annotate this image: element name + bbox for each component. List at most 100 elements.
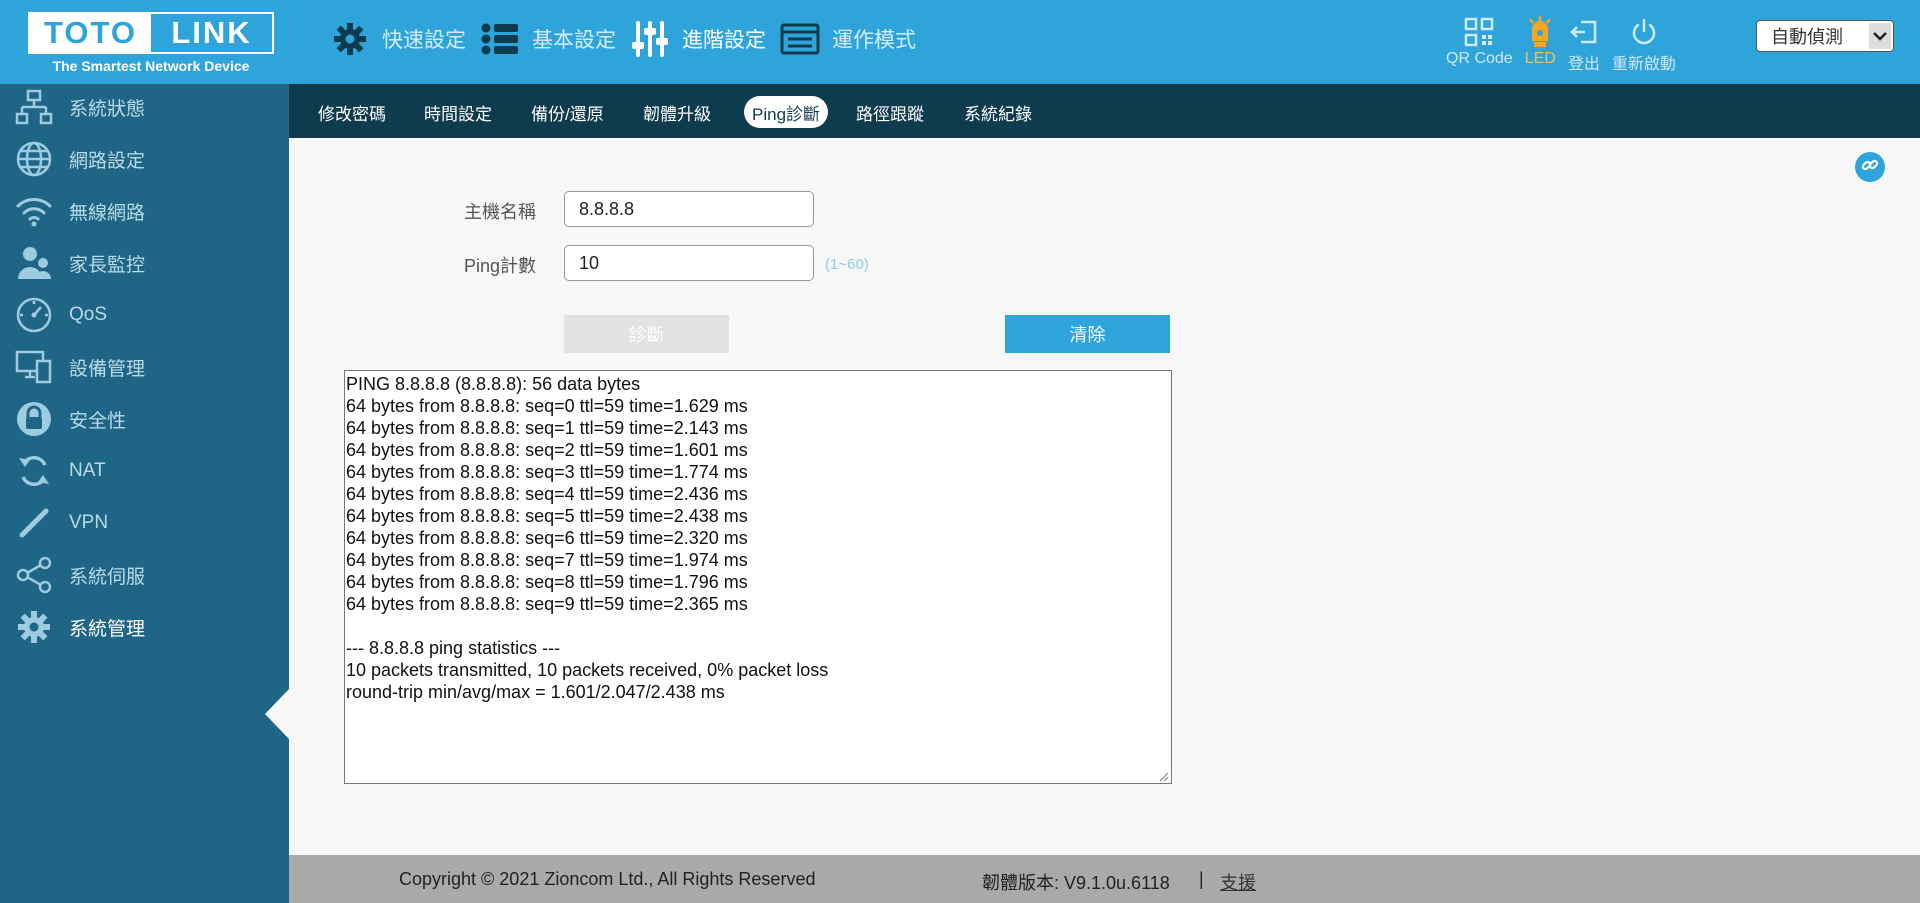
help-link-button[interactable] <box>1855 152 1885 182</box>
tab-change-password[interactable]: 修改密碼 <box>310 98 394 126</box>
gear-icon <box>330 19 370 59</box>
output-line: 64 bytes from 8.8.8.8: seq=8 ttl=59 time… <box>346 572 748 592</box>
wifi-icon <box>14 191 54 231</box>
diagnose-button[interactable]: 診斷 <box>564 315 729 353</box>
cog-icon <box>14 607 54 647</box>
sidebar-item-system-management[interactable]: 系統管理 <box>0 601 289 653</box>
tab-system-log[interactable]: 系統紀錄 <box>956 98 1040 126</box>
sidebar-item-nat[interactable]: NAT <box>0 445 289 497</box>
reboot-button[interactable]: 重新啟動 <box>1612 14 1676 74</box>
sidebar-item-parental-control[interactable]: 家長監控 <box>0 237 289 289</box>
output-line: round-trip min/avg/max = 1.601/2.047/2.4… <box>346 682 725 702</box>
output-line: 64 bytes from 8.8.8.8: seq=4 ttl=59 time… <box>346 484 748 504</box>
sidebar-item-label: 系統管理 <box>69 618 146 640</box>
sidebar-item-label: 安全性 <box>69 410 127 432</box>
clear-button[interactable]: 清除 <box>1005 315 1170 353</box>
output-line: 10 packets transmitted, 10 packets recei… <box>346 660 829 680</box>
link-icon <box>1861 156 1879 179</box>
nav-label: 運作模式 <box>832 29 916 52</box>
logo-text-right: LINK <box>171 15 252 50</box>
output-line: 64 bytes from 8.8.8.8: seq=5 ttl=59 time… <box>346 506 748 526</box>
tab-ping-diagnosis[interactable]: Ping診斷 <box>744 96 829 128</box>
led-icon <box>1527 14 1553 50</box>
active-indicator <box>265 689 289 739</box>
sidebar-item-label: NAT <box>69 460 106 481</box>
logo-mark: TOTO LINK <box>28 12 274 54</box>
nav-quick-setup[interactable]: 快速設定 <box>330 19 466 59</box>
count-label: Ping計數 <box>463 256 536 276</box>
host-input[interactable] <box>564 191 814 227</box>
sidebar-item-wireless[interactable]: 無線網路 <box>0 185 289 237</box>
share-icon <box>14 555 54 595</box>
sidebar-item-network[interactable]: 網路設定 <box>0 133 289 185</box>
nav-basic-setup[interactable]: 基本設定 <box>480 19 616 59</box>
output-line: 64 bytes from 8.8.8.8: seq=6 ttl=59 time… <box>346 528 748 548</box>
led-button[interactable]: LED <box>1525 14 1556 74</box>
nav-label: 快速設定 <box>382 29 466 52</box>
link-chain-icon <box>14 503 54 543</box>
chevron-down-icon <box>1869 23 1891 49</box>
firmware-version: 韌體版本: V9.1.0u.6118 <box>982 873 1170 893</box>
output-line: 64 bytes from 8.8.8.8: seq=9 ttl=59 time… <box>346 594 748 614</box>
copyright-text: Copyright © 2021 Zioncom Ltd., All Right… <box>399 869 816 889</box>
output-line: 64 bytes from 8.8.8.8: seq=1 ttl=59 time… <box>346 418 748 438</box>
resize-grip-icon[interactable] <box>1157 769 1169 782</box>
tab-traceroute[interactable]: 路徑跟蹤 <box>848 98 932 126</box>
top-navigation: 快速設定 基本設定 進階設定 運作模式 <box>330 16 930 62</box>
tab-firmware-upgrade[interactable]: 韌體升級 <box>635 98 719 126</box>
tab-time-settings[interactable]: 時間設定 <box>416 98 500 126</box>
sidebar-item-label: QoS <box>69 304 108 325</box>
logo-tagline: The Smartest Network Device <box>52 58 250 74</box>
parental-control-icon <box>14 243 54 283</box>
qr-code-button[interactable]: QR Code <box>1446 14 1513 74</box>
output-line: 64 bytes from 8.8.8.8: seq=2 ttl=59 time… <box>346 440 748 460</box>
sidebar-item-label: 設備管理 <box>69 358 146 380</box>
refresh-icon <box>14 451 54 491</box>
count-range-hint: (1~60) <box>825 256 869 273</box>
sliders-icon <box>630 19 670 59</box>
output-line: --- 8.8.8.8 ping statistics --- <box>346 638 561 658</box>
host-label: 主機名稱 <box>464 202 536 222</box>
sidebar-item-security[interactable]: 安全性 <box>0 393 289 445</box>
header-bar: TOTO LINK The Smartest Network Device 快速… <box>0 0 1920 84</box>
sidebar-item-vpn[interactable]: VPN <box>0 497 289 549</box>
output-line: PING 8.8.8.8 (8.8.8.8): 56 data bytes <box>346 374 641 394</box>
sidebar-item-label: 系統狀態 <box>69 98 146 120</box>
lock-icon <box>14 399 54 439</box>
sidebar-item-system-status[interactable]: 系統狀態 <box>0 81 289 133</box>
footer-separator: | <box>1199 869 1204 889</box>
sidebar-item-label: 網路設定 <box>69 150 146 172</box>
sidebar-item-label: VPN <box>69 512 109 533</box>
sidebar-item-qos[interactable]: QoS <box>0 289 289 341</box>
output-line: 64 bytes from 8.8.8.8: seq=3 ttl=59 time… <box>346 462 748 482</box>
support-link[interactable]: 支援 <box>1220 869 1256 895</box>
tab-backup-restore[interactable]: 備份/還原 <box>523 98 612 126</box>
ping-output-textarea[interactable]: PING 8.8.8.8 (8.8.8.8): 56 data bytes 64… <box>344 370 1172 784</box>
mode-icon <box>780 19 820 59</box>
nav-advanced-setup[interactable]: 進階設定 <box>630 19 766 59</box>
qr-code-label: QR Code <box>1446 50 1513 67</box>
count-input[interactable] <box>564 245 814 281</box>
logout-button[interactable]: 登出 <box>1568 14 1600 74</box>
nav-label: 基本設定 <box>532 29 616 52</box>
header-tools: QR Code LED 登出 重新啟動 <box>1446 14 1688 74</box>
output-line: 64 bytes from 8.8.8.8: seq=7 ttl=59 time… <box>346 550 748 570</box>
sidebar-item-system-service[interactable]: 系統伺服 <box>0 549 289 601</box>
speedometer-icon <box>14 295 54 335</box>
nav-label: 進階設定 <box>682 29 766 52</box>
devices-icon <box>14 347 54 387</box>
language-selected: 自動偵測 <box>1771 27 1843 47</box>
language-select[interactable]: 自動偵測 <box>1756 20 1894 52</box>
totolink-logo[interactable]: TOTO LINK The Smartest Network Device <box>28 12 276 76</box>
sidebar: 系統狀態 網路設定 無線網路 家長監控 QoS 設備管理 安全性 NAT VPN… <box>0 84 289 903</box>
network-status-icon <box>14 87 54 127</box>
sidebar-item-device-management[interactable]: 設備管理 <box>0 341 289 393</box>
output-line: 64 bytes from 8.8.8.8: seq=0 ttl=59 time… <box>346 396 748 416</box>
sub-navigation: 修改密碼 時間設定 備份/還原 韌體升級 Ping診斷 路徑跟蹤 系統紀錄 <box>289 84 1920 138</box>
sidebar-item-label: 家長監控 <box>69 254 146 276</box>
sidebar-item-label: 無線網路 <box>69 202 146 224</box>
nav-operation-mode[interactable]: 運作模式 <box>780 19 916 59</box>
footer: Copyright © 2021 Zioncom Ltd., All Right… <box>289 855 1920 903</box>
logo-text-left: TOTO <box>30 14 151 52</box>
